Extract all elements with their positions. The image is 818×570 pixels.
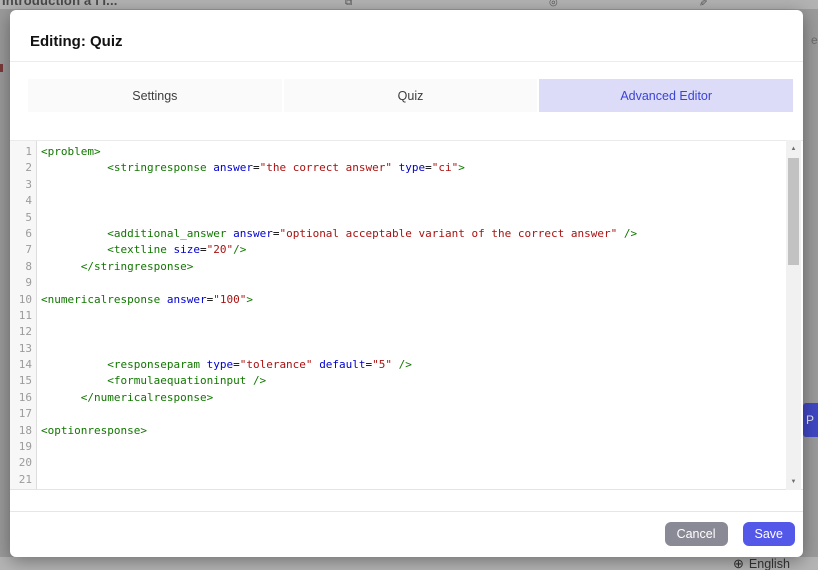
line-number: 17 <box>18 407 32 421</box>
code-line: </stringresponse> <box>80 259 194 273</box>
editor-scrollbar[interactable]: ▲ ▼ <box>786 140 801 490</box>
publish-button-cropped: P <box>803 403 818 437</box>
title-divider <box>10 61 803 62</box>
line-number: 7 <box>25 243 32 257</box>
cancel-button[interactable]: Cancel <box>664 522 728 546</box>
xml-code-editor[interactable]: 1 2 3 4 5 6 7 8 9 10 11 12 13 14 15 16 17 18 19 20 21 <probl… <box>10 140 803 490</box>
scrollbar-thumb[interactable] <box>788 158 799 265</box>
line-number: 20 <box>18 456 32 470</box>
tab-settings[interactable]: Settings <box>28 79 282 112</box>
line-number: 15 <box>18 374 32 388</box>
tab-quiz[interactable]: Quiz <box>283 79 538 112</box>
footer-divider <box>10 511 803 512</box>
code-line: </numericalresponse> <box>80 390 214 404</box>
modal-title: Editing: Quiz <box>30 33 123 50</box>
copy-icon: ⧉ <box>345 0 353 8</box>
eye-icon: ◎ <box>549 0 558 8</box>
line-number: 4 <box>25 194 32 208</box>
language-label: English <box>748 557 790 570</box>
code-line: <textline size="20"/> <box>107 243 247 257</box>
line-number: 14 <box>18 358 32 372</box>
background-page-title: Introduction à l'I... <box>2 0 118 8</box>
code-line: <numericalresponse answer="100"> <box>41 292 253 306</box>
modal-footer: Cancel Save <box>664 522 795 546</box>
line-number: 2 <box>25 161 32 175</box>
line-number: 18 <box>18 423 32 437</box>
code-line: <optionresponse> <box>41 423 147 437</box>
scroll-up-icon[interactable]: ▲ <box>786 141 801 156</box>
line-number: 9 <box>25 276 32 290</box>
background-page-header: Introduction à l'I... ⧉ ◎ ✎ <box>0 0 818 9</box>
line-number: 16 <box>18 390 32 404</box>
line-number: 11 <box>18 308 32 322</box>
publish-button-cropped-label: P <box>806 413 815 427</box>
editor-tabs: Settings Quiz Advanced Editor <box>28 79 794 112</box>
line-number: 10 <box>18 292 32 306</box>
line-number-gutter: 1 2 3 4 5 6 7 8 9 10 11 12 13 14 15 16 17 18 19 20 21 <box>10 141 37 489</box>
background-text-mark <box>0 64 3 72</box>
line-number: 3 <box>25 177 32 191</box>
edit-pencil-icon: ✎ <box>696 0 708 7</box>
globe-icon: ⊕ <box>733 557 744 570</box>
line-number: 13 <box>18 341 32 355</box>
scroll-down-icon[interactable]: ▼ <box>786 474 801 489</box>
code-area[interactable]: <problem> <stringresponse answer="the co… <box>37 141 803 489</box>
code-line: <formulaequationinput /> <box>107 374 267 388</box>
code-line: <stringresponse answer="the correct answ… <box>107 161 465 175</box>
code-line: <additional_answer answer="optional acce… <box>107 226 638 240</box>
save-button[interactable]: Save <box>742 522 795 546</box>
code-line: <problem> <box>41 145 101 158</box>
edit-quiz-modal: Editing: Quiz Settings Quiz Advanced Edi… <box>10 10 803 557</box>
background-page-footer: ⊕ English <box>0 557 818 570</box>
line-number: 19 <box>18 440 32 454</box>
line-number: 12 <box>18 325 32 339</box>
tab-advanced-editor[interactable]: Advanced Editor <box>539 79 794 112</box>
line-number: 21 <box>18 472 32 486</box>
language-selector: ⊕ English <box>733 557 790 570</box>
line-number: 6 <box>25 226 32 240</box>
line-number: 1 <box>25 145 32 158</box>
line-number: 5 <box>25 210 32 224</box>
line-number: 8 <box>25 259 32 273</box>
code-line: <responseparam type="tolerance" default=… <box>107 358 412 372</box>
background-text-fragment: e <box>811 33 818 47</box>
